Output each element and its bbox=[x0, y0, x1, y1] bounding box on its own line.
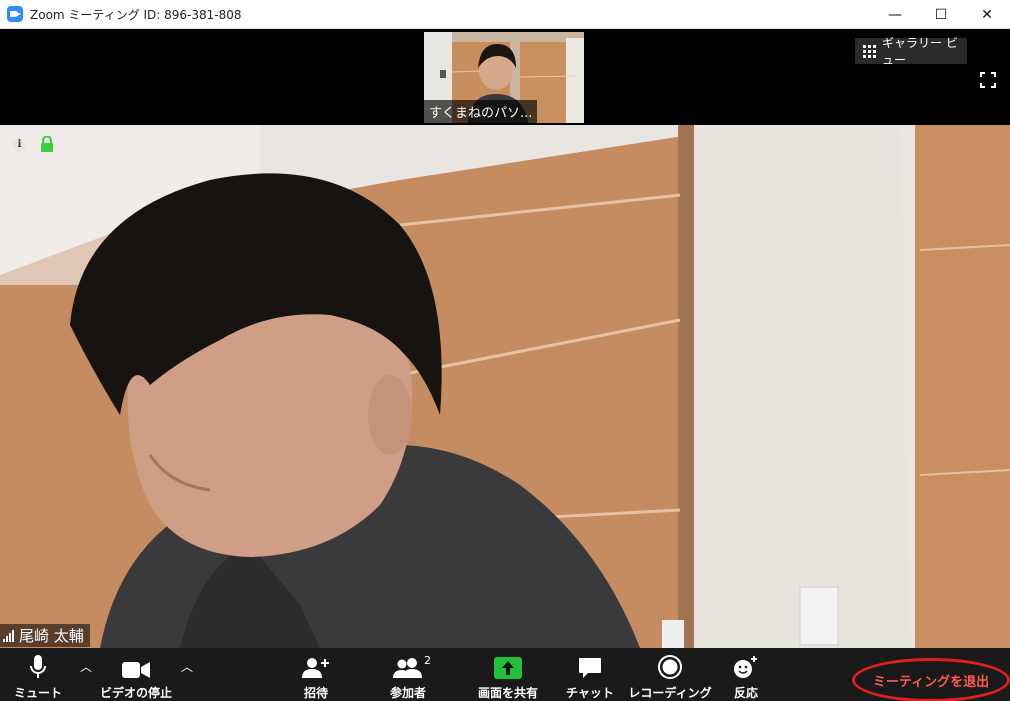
encryption-lock-icon[interactable] bbox=[40, 136, 54, 152]
zoom-meeting-window: Zoom ミーティング ID: 896-381-808 — ☐ ✕ すくまねのパ… bbox=[0, 0, 1010, 701]
leave-meeting-label: ミーティングを退出 bbox=[872, 674, 990, 690]
close-button[interactable]: ✕ bbox=[964, 0, 1010, 29]
fullscreen-icon[interactable] bbox=[980, 72, 996, 88]
gallery-view-button[interactable]: ギャラリー ビュー bbox=[855, 36, 967, 67]
gallery-view-label: ギャラリー ビュー bbox=[882, 36, 958, 67]
invite-label: 招待 bbox=[303, 686, 328, 700]
stop-video-button[interactable]: ビデオの停止 bbox=[98, 648, 174, 701]
speaker-name-tag: 尾崎 太輔 bbox=[0, 624, 90, 647]
leave-meeting-button[interactable]: ミーティングを退出 bbox=[852, 658, 1010, 701]
video-options-chevron-up-icon[interactable]: ︿ bbox=[181, 658, 193, 675]
active-speaker-video: i 尾崎 太輔 bbox=[0, 125, 1010, 648]
participants-icon bbox=[393, 652, 423, 679]
record-label: レコーディング bbox=[628, 686, 712, 700]
zoom-app-icon bbox=[7, 6, 23, 22]
stop-video-label: ビデオの停止 bbox=[99, 686, 172, 700]
chat-button[interactable]: チャット bbox=[565, 648, 615, 701]
grid-icon bbox=[863, 44, 876, 58]
maximize-button[interactable]: ☐ bbox=[918, 0, 964, 29]
video-camera-icon bbox=[122, 652, 150, 679]
mute-label: ミュート bbox=[13, 686, 62, 700]
record-icon bbox=[658, 652, 682, 679]
meeting-toolbar: ミュート ︿ ビデオの停止 ︿ 招待 参加者 2 画面を共有 チャット レコーデ… bbox=[0, 648, 1010, 701]
participant-thumbnail[interactable]: すくまねのパソ... bbox=[424, 32, 584, 123]
share-screen-icon bbox=[494, 652, 522, 679]
share-screen-button[interactable]: 画面を共有 bbox=[470, 648, 546, 701]
meeting-info-icon[interactable]: i bbox=[13, 138, 26, 151]
microphone-icon bbox=[30, 652, 46, 679]
minimize-button[interactable]: — bbox=[872, 0, 918, 29]
audio-options-chevron-up-icon[interactable]: ︿ bbox=[80, 658, 92, 675]
add-person-icon bbox=[302, 652, 330, 679]
chat-label: チャット bbox=[566, 686, 614, 700]
connection-signal-icon bbox=[3, 629, 14, 642]
invite-button[interactable]: 招待 bbox=[296, 648, 336, 701]
reactions-button[interactable]: 反応 bbox=[726, 648, 766, 701]
share-screen-label: 画面を共有 bbox=[477, 686, 538, 700]
mute-button[interactable]: ミュート bbox=[10, 648, 66, 701]
participants-label: 参加者 bbox=[389, 686, 426, 700]
record-button[interactable]: レコーディング bbox=[628, 648, 712, 701]
chat-bubble-icon bbox=[578, 652, 602, 679]
window-controls: — ☐ ✕ bbox=[872, 0, 1010, 29]
speaker-name: 尾崎 太輔 bbox=[19, 627, 84, 645]
smiley-plus-icon bbox=[733, 652, 759, 679]
window-title: Zoom ミーティング ID: 896-381-808 bbox=[30, 7, 242, 22]
thumbnail-name-label: すくまねのパソ... bbox=[424, 100, 538, 123]
title-bar: Zoom ミーティング ID: 896-381-808 — ☐ ✕ bbox=[0, 0, 1010, 29]
speaker-video-image bbox=[0, 125, 1010, 648]
thumbnail-strip: すくまねのパソ... ギャラリー ビュー bbox=[0, 30, 1010, 125]
participants-count-badge: 2 bbox=[424, 654, 431, 667]
reactions-label: 反応 bbox=[733, 686, 758, 700]
